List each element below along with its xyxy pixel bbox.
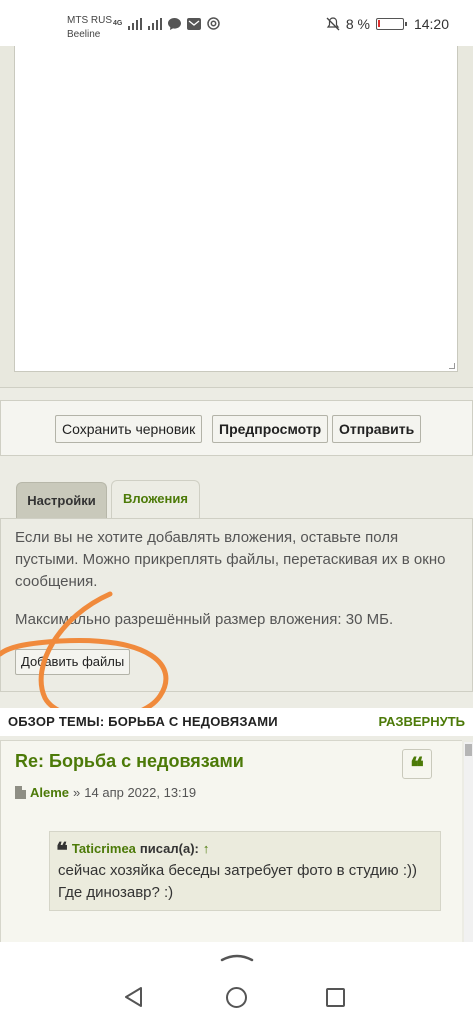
tab-attachments[interactable]: Вложения — [111, 480, 200, 520]
quote-button[interactable]: ❝ — [402, 749, 432, 783]
back-icon[interactable] — [123, 986, 145, 1008]
carrier-name-1: MTS RUS — [67, 15, 112, 26]
attachments-hint: Если вы не хотите добавлять вложения, ос… — [15, 529, 446, 590]
add-files-button[interactable]: Добавить файлы — [15, 649, 131, 675]
submit-buttons-panel: Сохранить черновик Предпросмотр Отправит… — [0, 400, 473, 456]
chat-icon — [168, 17, 182, 30]
status-right: 8 % 14:20 — [326, 16, 449, 32]
blockquote: ❝ Taticrimea писал(а): ↑ сейчас хозяйка … — [49, 831, 441, 911]
clock: 14:20 — [413, 16, 449, 32]
quote-cite: ❝ Taticrimea писал(а): ↑ — [56, 838, 210, 864]
carrier-info: MTS RUS Beeline — [67, 14, 112, 42]
home-icon[interactable] — [226, 987, 247, 1008]
message-textarea[interactable] — [14, 46, 458, 372]
post-title[interactable]: Re: Борьба с недовязами — [15, 751, 244, 772]
chevron-up-icon[interactable] — [220, 952, 254, 962]
signal-icon — [128, 17, 143, 30]
attachments-panel: Если вы не хотите добавлять вложения, ос… — [0, 518, 473, 692]
max-size-text: Максимально разрешённый размер вложения:… — [15, 611, 394, 628]
quote-wrote: писал(а): — [139, 840, 199, 856]
mail-icon — [187, 17, 202, 30]
scrollbar-thumb[interactable] — [465, 744, 472, 756]
post-date: 14 апр 2022, 13:19 — [84, 785, 197, 800]
recent-apps-icon[interactable] — [326, 988, 345, 1007]
submit-button[interactable]: Отправить — [332, 415, 422, 443]
quote-mark-icon: ❝ — [56, 838, 68, 864]
quote-source-link[interactable]: ↑ — [203, 841, 210, 856]
expand-link[interactable]: РАЗВЕРНУТЬ — [378, 714, 465, 729]
post-author[interactable]: Aleme — [30, 785, 69, 800]
topic-review-title: ОБЗОР ТЕМЫ: БОРЬБА С НЕДОВЯЗАМИ — [8, 714, 278, 729]
post: Re: Борьба с недовязами ❝ Aleme » 14 апр… — [0, 740, 462, 942]
battery-percent: 8 % — [345, 16, 370, 32]
battery-icon — [375, 18, 407, 30]
editor-panel — [0, 46, 473, 388]
preview-button[interactable]: Предпросмотр — [212, 415, 329, 443]
post-icon[interactable] — [15, 786, 26, 799]
mute-icon — [326, 17, 340, 31]
topic-review-header: ОБЗОР ТЕМЫ: БОРЬБА С НЕДОВЯЗАМИ РАЗВЕРНУ… — [0, 708, 473, 736]
signal-icon — [148, 17, 163, 30]
resize-grip-icon[interactable] — [449, 363, 455, 369]
page-content: Сохранить черновик Предпросмотр Отправит… — [0, 46, 473, 942]
post-meta: Aleme » 14 апр 2022, 13:19 — [15, 785, 196, 800]
status-icons: 4G — [113, 17, 221, 30]
carrier-name-2: Beeline — [67, 29, 101, 40]
tab-settings[interactable]: Настройки — [16, 482, 107, 518]
scrollbar[interactable] — [464, 742, 473, 942]
system-navbar — [0, 942, 473, 1024]
save-draft-button[interactable]: Сохранить черновик — [55, 415, 203, 443]
meta-separator: » — [73, 785, 81, 800]
network-type: 4G — [113, 20, 123, 27]
at-icon — [207, 17, 221, 30]
quote-text: сейчас хозяйка беседы затребует фото в с… — [58, 862, 418, 901]
quote-user[interactable]: Taticrimea — [72, 841, 136, 856]
status-bar: MTS RUS Beeline 4G 8 % 14:20 — [0, 0, 473, 46]
